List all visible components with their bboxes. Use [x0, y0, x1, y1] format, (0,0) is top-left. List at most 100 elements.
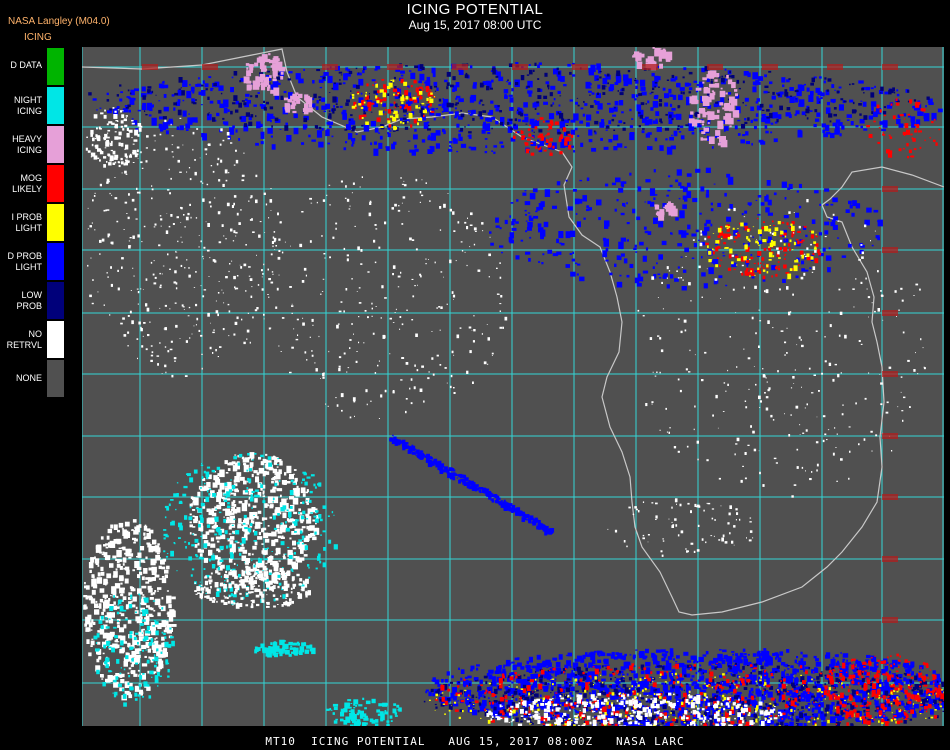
icing-pixel — [605, 125, 610, 129]
icing-pixel — [879, 374, 881, 375]
icing-pixel — [343, 73, 348, 81]
icing-pixel — [757, 195, 762, 198]
icing-pixel — [197, 83, 202, 87]
icing-pixel — [584, 103, 588, 106]
icing-pixel — [613, 129, 616, 131]
icing-pixel — [828, 247, 831, 250]
icing-pixel — [654, 85, 656, 88]
icing-pixel — [124, 124, 128, 128]
icing-pixel — [260, 454, 264, 458]
icing-pixel — [322, 199, 326, 202]
icing-pixel — [392, 130, 396, 132]
icing-pixel — [245, 604, 249, 607]
icing-pixel — [902, 131, 907, 136]
icing-pixel — [656, 126, 662, 132]
icing-pixel — [711, 517, 714, 520]
icing-pixel — [449, 141, 453, 144]
icing-pixel — [693, 550, 696, 553]
icing-pixel — [238, 580, 242, 583]
icing-pixel — [415, 333, 418, 337]
icing-pixel — [367, 101, 372, 108]
icing-pixel — [888, 366, 892, 369]
icing-pixel — [816, 463, 819, 467]
icing-pixel — [410, 402, 413, 405]
icing-pixel — [458, 136, 463, 141]
icing-pixel — [906, 129, 911, 135]
icing-pixel — [273, 562, 279, 568]
icing-pixel — [219, 502, 225, 506]
icing-pixel — [278, 469, 282, 475]
icing-pixel — [288, 511, 292, 517]
icing-pixel — [588, 129, 593, 136]
icing-pixel — [253, 515, 255, 516]
icing-pixel — [389, 353, 391, 355]
icing-pixel — [615, 177, 621, 183]
icing-pixel — [230, 142, 233, 144]
icing-pixel — [301, 280, 305, 283]
icing-pixel — [914, 130, 918, 133]
icing-pixel — [186, 171, 188, 173]
icing-pixel — [169, 268, 171, 270]
icing-pixel — [223, 602, 228, 605]
icing-pixel — [818, 232, 822, 236]
icing-pixel — [133, 641, 135, 644]
icing-pixel — [117, 529, 120, 533]
icing-pixel — [293, 587, 295, 589]
icing-pixel — [794, 113, 797, 116]
icing-pixel — [558, 231, 564, 239]
icing-pixel — [902, 331, 905, 334]
icing-pixel — [496, 293, 499, 295]
icing-pixel — [808, 94, 814, 102]
icing-pixel — [817, 249, 820, 254]
icing-pixel — [430, 92, 433, 95]
icing-pixel — [896, 315, 897, 317]
icing-pixel — [271, 488, 275, 491]
icing-pixel — [338, 71, 343, 74]
icing-pixel — [241, 179, 245, 182]
icing-pixel — [529, 69, 533, 75]
icing-pixel — [686, 173, 692, 177]
icing-pixel — [288, 477, 291, 480]
icing-pixel — [210, 205, 212, 208]
icing-pixel — [722, 252, 725, 254]
icing-pixel — [164, 516, 167, 519]
icing-pixel — [468, 131, 472, 134]
icing-pixel — [281, 586, 286, 590]
icing-pixel — [321, 291, 324, 292]
icing-pixel — [328, 350, 330, 353]
icing-pixel — [529, 124, 531, 127]
icing-pixel — [650, 107, 654, 111]
icing-pixel — [547, 129, 550, 131]
icing-pixel — [562, 127, 567, 132]
icing-pixel — [515, 62, 519, 65]
icing-pixel — [849, 83, 851, 86]
icing-pixel — [296, 318, 299, 321]
icing-pixel — [421, 102, 425, 105]
icing-pixel — [130, 290, 132, 291]
icing-pixel — [900, 287, 903, 290]
icing-pixel — [758, 245, 760, 246]
icing-pixel — [358, 287, 361, 289]
icing-pixel — [685, 368, 688, 371]
icing-pixel — [588, 90, 592, 93]
icing-pixel — [199, 553, 203, 557]
icing-pixel — [670, 208, 678, 217]
icing-pixel — [348, 119, 351, 121]
icing-pixel — [139, 125, 143, 128]
icing-pixel — [133, 275, 135, 277]
icing-pixel — [786, 352, 788, 354]
icing-pixel — [676, 270, 678, 272]
icing-pixel — [336, 324, 339, 329]
icing-pixel — [292, 547, 297, 550]
icing-pixel — [903, 113, 907, 117]
icing-pixel — [392, 88, 398, 92]
icing-pixel — [125, 144, 129, 150]
icing-pixel — [413, 99, 418, 103]
icing-pixel — [801, 268, 806, 272]
icing-pixel — [339, 79, 341, 81]
icing-pixel — [270, 210, 272, 211]
icing-pixel — [392, 79, 395, 83]
icing-pixel — [748, 271, 750, 274]
icing-pixel — [803, 272, 806, 276]
icing-pixel — [319, 99, 321, 101]
